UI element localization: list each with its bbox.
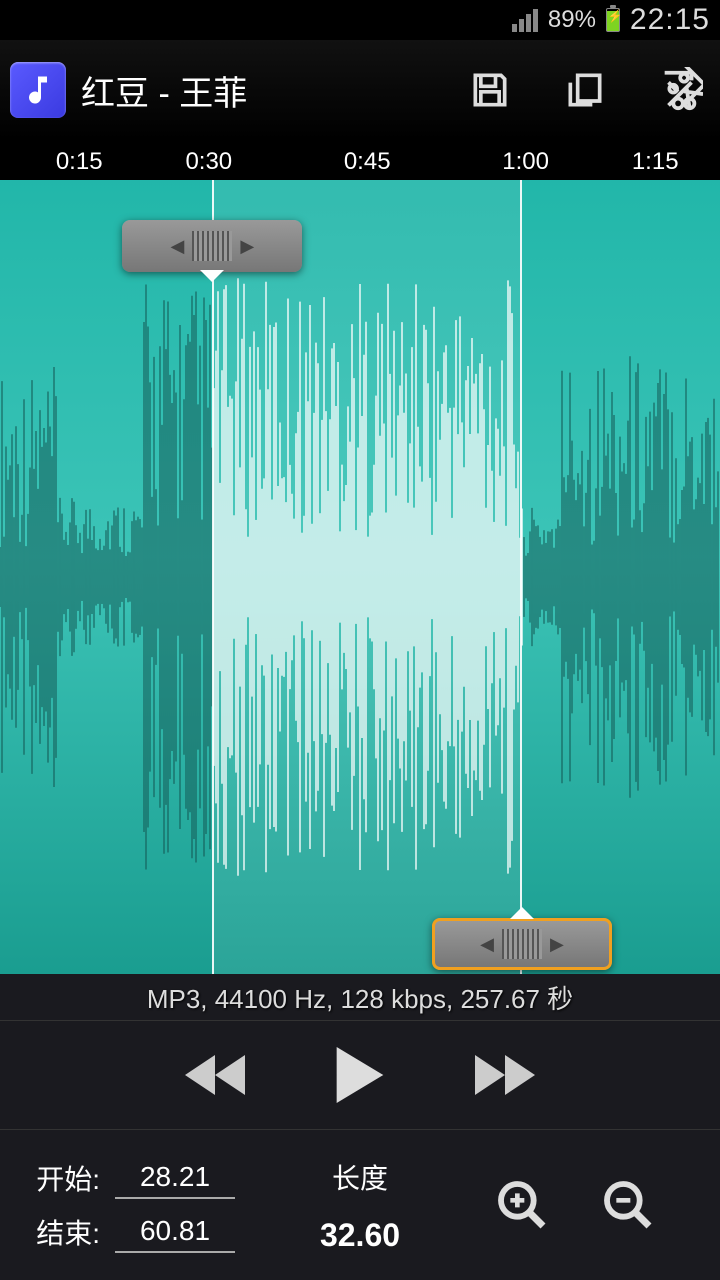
copy-button[interactable] [555,60,615,120]
timeline-label: 0:30 [185,148,232,176]
app-icon[interactable] [10,62,66,118]
battery-percent: 89% [548,6,596,34]
status-bar: 89% 22:15 [0,0,720,40]
timeline-label: 1:15 [632,148,679,176]
chevron-left-icon: ◀ [480,934,494,955]
battery-icon [606,8,620,32]
play-button[interactable] [335,1047,385,1103]
timeline-label: 1:00 [502,148,549,176]
rewind-button[interactable] [185,1055,245,1095]
grip-icon [502,929,542,959]
start-handle[interactable]: ◀ ▶ [122,220,302,272]
time-inputs: 开始: 结束: [0,1140,290,1270]
status-time: 22:15 [630,3,710,37]
grip-icon [192,231,232,261]
save-button[interactable] [460,60,520,120]
track-title: 红豆 - 王菲 [81,66,425,115]
selection-overlay [212,180,522,974]
file-info: MP3, 44100 Hz, 128 kbps, 257.67 秒 [0,974,720,1020]
length-label: 长度 [332,1157,388,1197]
end-label: 结束: [30,1212,100,1252]
zoom-buttons [430,1140,720,1270]
waveform-area[interactable]: ◀ ▶ ◀ ▶ [0,180,720,974]
start-input[interactable] [115,1157,235,1199]
timeline-label: 0:15 [56,148,103,176]
zoom-out-button[interactable] [600,1177,656,1233]
forward-button[interactable] [475,1055,535,1095]
chevron-left-icon: ◀ [171,236,185,257]
waveform-container[interactable]: 0:15 0:30 0:45 1:00 1:15 ◀ ▶ ◀ ▶ [0,140,720,974]
cut-button[interactable] [650,60,710,120]
signal-icon [512,8,538,32]
chevron-right-icon: ▶ [240,236,254,257]
length-value: 32.60 [320,1217,400,1254]
timeline: 0:15 0:30 0:45 1:00 1:15 [0,140,720,180]
playback-controls [0,1020,720,1130]
end-input[interactable] [115,1211,235,1253]
end-handle[interactable]: ◀ ▶ [432,918,612,970]
length-section: 长度 32.60 [290,1140,430,1270]
chevron-right-icon: ▶ [550,934,564,955]
app-bar: 红豆 - 王菲 [0,40,720,140]
bottom-controls: 开始: 结束: 长度 32.60 [0,1130,720,1280]
zoom-in-button[interactable] [494,1177,550,1233]
start-label: 开始: [30,1158,100,1198]
timeline-label: 0:45 [344,148,391,176]
